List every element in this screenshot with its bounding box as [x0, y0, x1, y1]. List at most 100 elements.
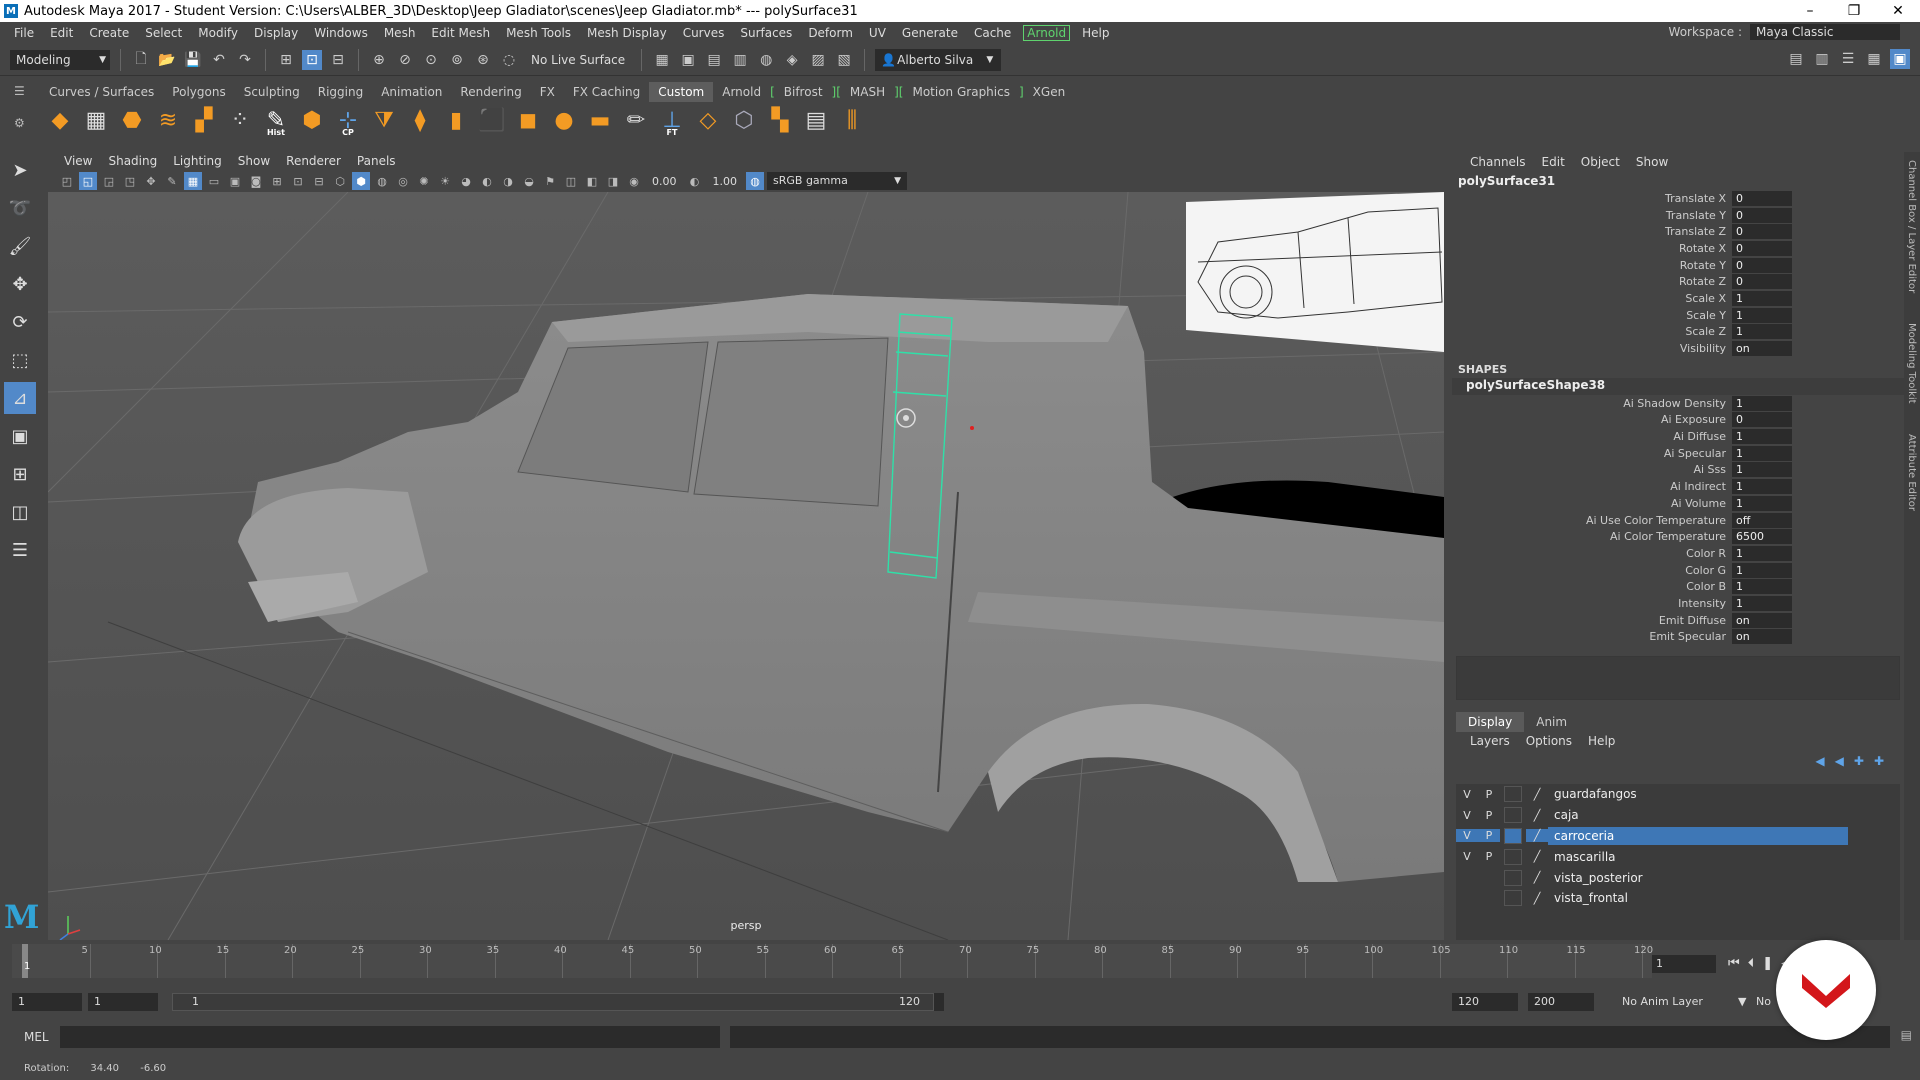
- paint-select-icon[interactable]: 🖌: [4, 230, 36, 262]
- tab-display[interactable]: Display: [1456, 712, 1525, 732]
- attr-row[interactable]: Rotate Z 0: [1452, 273, 1904, 290]
- shelf-cube2-icon[interactable]: ◼: [512, 104, 544, 136]
- menu-display[interactable]: Display: [246, 26, 306, 40]
- vp-menu-lighting[interactable]: Lighting: [165, 154, 230, 168]
- save-scene-icon[interactable]: 💾: [183, 50, 203, 70]
- menu-generate[interactable]: Generate: [894, 26, 966, 40]
- attr-row[interactable]: Emit Diffuse on: [1452, 612, 1904, 629]
- menu-arnold[interactable]: Arnold: [1023, 25, 1071, 41]
- le-menu-help[interactable]: Help: [1580, 734, 1623, 748]
- snap-view-icon[interactable]: ⊚: [447, 50, 467, 70]
- attr-value[interactable]: 0: [1732, 257, 1792, 273]
- last-tool-icon[interactable]: ⊿: [4, 382, 36, 414]
- shelf-mesh-icon[interactable]: ⬡: [728, 104, 760, 136]
- 2d-pan-icon[interactable]: ✥: [142, 172, 160, 190]
- render-settings-icon[interactable]: ▥: [730, 50, 750, 70]
- move-layer-down-icon[interactable]: ◀: [1835, 754, 1844, 768]
- gamma-value[interactable]: 1.00: [707, 175, 744, 188]
- shelf-tab-fx[interactable]: FX: [531, 82, 564, 102]
- redo-icon[interactable]: ↷: [235, 50, 255, 70]
- bookmark-icon[interactable]: ◲: [100, 172, 118, 190]
- layout-icon[interactable]: ▥: [1812, 49, 1832, 69]
- range-handle[interactable]: [172, 993, 934, 1011]
- character-set-dropdown[interactable]: No: [1756, 993, 1771, 1011]
- go-to-start-icon[interactable]: ⏮: [1728, 956, 1740, 971]
- attr-row[interactable]: Ai Shadow Density 1: [1452, 395, 1904, 412]
- xray-active-icon[interactable]: ◨: [604, 172, 622, 190]
- attr-value[interactable]: off: [1732, 512, 1792, 528]
- motion-blur-icon[interactable]: ◐: [478, 172, 496, 190]
- attr-row[interactable]: Visibility on: [1452, 340, 1904, 357]
- open-scene-icon[interactable]: 📂: [157, 50, 177, 70]
- attr-row[interactable]: Translate X 0: [1452, 190, 1904, 207]
- menu-create[interactable]: Create: [81, 26, 137, 40]
- attr-row[interactable]: Ai Indirect 1: [1452, 478, 1904, 495]
- attr-value[interactable]: 1: [1732, 545, 1792, 561]
- menu-curves[interactable]: Curves: [675, 26, 733, 40]
- live-surface-label[interactable]: No Live Surface: [525, 53, 631, 67]
- grease-pencil-icon[interactable]: ✎: [163, 172, 181, 190]
- field-chart-icon[interactable]: ⊞: [268, 172, 286, 190]
- cb-menu-channels[interactable]: Channels: [1462, 155, 1534, 169]
- attr-value[interactable]: 1: [1732, 445, 1792, 461]
- attr-value[interactable]: 1: [1732, 395, 1792, 411]
- gamma-icon[interactable]: ◐: [686, 172, 704, 190]
- antialias-icon[interactable]: ◑: [499, 172, 517, 190]
- layer-visibility-toggle[interactable]: V: [1456, 788, 1478, 801]
- attr-row[interactable]: Ai Use Color Temperature off: [1452, 512, 1904, 529]
- shelf-plane-icon[interactable]: ⬢: [296, 104, 328, 136]
- new-layer-selected-icon[interactable]: ✚: [1874, 754, 1884, 768]
- attr-row[interactable]: Ai Sss 1: [1452, 462, 1904, 479]
- layer-name[interactable]: caja: [1548, 806, 1848, 824]
- attr-row[interactable]: Rotate Y 0: [1452, 257, 1904, 274]
- step-back-key-icon[interactable]: ❚: [1762, 956, 1773, 971]
- attribute-editor-icon[interactable]: ▧: [834, 50, 854, 70]
- single-view-icon[interactable]: ▣: [4, 420, 36, 452]
- layout-icon[interactable]: ▦: [1864, 49, 1884, 69]
- menu-uv[interactable]: UV: [861, 26, 894, 40]
- menu-select[interactable]: Select: [137, 26, 190, 40]
- layer-row-mascarilla[interactable]: V P ╱ mascarilla: [1456, 846, 1900, 867]
- attr-row[interactable]: Scale X 1: [1452, 290, 1904, 307]
- layer-playback-toggle[interactable]: P: [1478, 850, 1500, 863]
- attr-value[interactable]: 1: [1732, 290, 1792, 306]
- attr-row[interactable]: Translate Z 0: [1452, 223, 1904, 240]
- attr-row[interactable]: Translate Y 0: [1452, 207, 1904, 224]
- shelf-points-icon[interactable]: ⁘: [224, 104, 256, 136]
- menu-deform[interactable]: Deform: [800, 26, 861, 40]
- vp-menu-shading[interactable]: Shading: [100, 154, 165, 168]
- attr-value[interactable]: 1: [1732, 324, 1792, 340]
- shelf-center-pivot-icon[interactable]: ⊹ CP: [332, 104, 364, 138]
- cb-menu-edit[interactable]: Edit: [1534, 155, 1573, 169]
- attr-value[interactable]: 0: [1732, 207, 1792, 223]
- shelf-tab-bifrost[interactable]: Bifrost: [775, 82, 832, 102]
- workspace-dropdown[interactable]: Maya Classic: [1750, 24, 1900, 40]
- layer-row-guardafangos[interactable]: V P ╱ guardafangos: [1456, 784, 1900, 805]
- attr-row[interactable]: Ai Exposure 0: [1452, 412, 1904, 429]
- anim-layer-dropdown[interactable]: No Anim Layer: [1622, 993, 1703, 1011]
- lights-icon[interactable]: ✺: [415, 172, 433, 190]
- attr-value[interactable]: 0: [1732, 240, 1792, 256]
- new-layer-icon[interactable]: ✚: [1854, 754, 1864, 768]
- attr-row[interactable]: Intensity 1: [1452, 595, 1904, 612]
- side-tab-modeling-toolkit[interactable]: Modeling Toolkit: [1906, 323, 1917, 404]
- attr-value[interactable]: 1: [1732, 595, 1792, 611]
- attr-value[interactable]: 0: [1732, 412, 1792, 428]
- undo-icon[interactable]: ↶: [209, 50, 229, 70]
- script-language-label[interactable]: MEL: [0, 1030, 58, 1044]
- attr-row[interactable]: Color B 1: [1452, 578, 1904, 595]
- snap-point-icon[interactable]: ⊙: [421, 50, 441, 70]
- film-gate-icon[interactable]: ▭: [205, 172, 223, 190]
- shelf-tab-mash[interactable]: MASH: [841, 82, 894, 102]
- color-management-icon[interactable]: ◍: [746, 172, 764, 190]
- menu-file[interactable]: File: [6, 26, 42, 40]
- menu-mesh-display[interactable]: Mesh Display: [579, 26, 675, 40]
- live-surface-icon[interactable]: ◌: [499, 50, 519, 70]
- move-layer-up-icon[interactable]: ◀: [1815, 754, 1824, 768]
- layer-color-swatch[interactable]: [1504, 848, 1522, 865]
- menu-windows[interactable]: Windows: [306, 26, 376, 40]
- attr-row[interactable]: Color R 1: [1452, 545, 1904, 562]
- vp-menu-panels[interactable]: Panels: [349, 154, 404, 168]
- depth-of-field-icon[interactable]: ◒: [520, 172, 538, 190]
- attr-row[interactable]: Ai Diffuse 1: [1452, 428, 1904, 445]
